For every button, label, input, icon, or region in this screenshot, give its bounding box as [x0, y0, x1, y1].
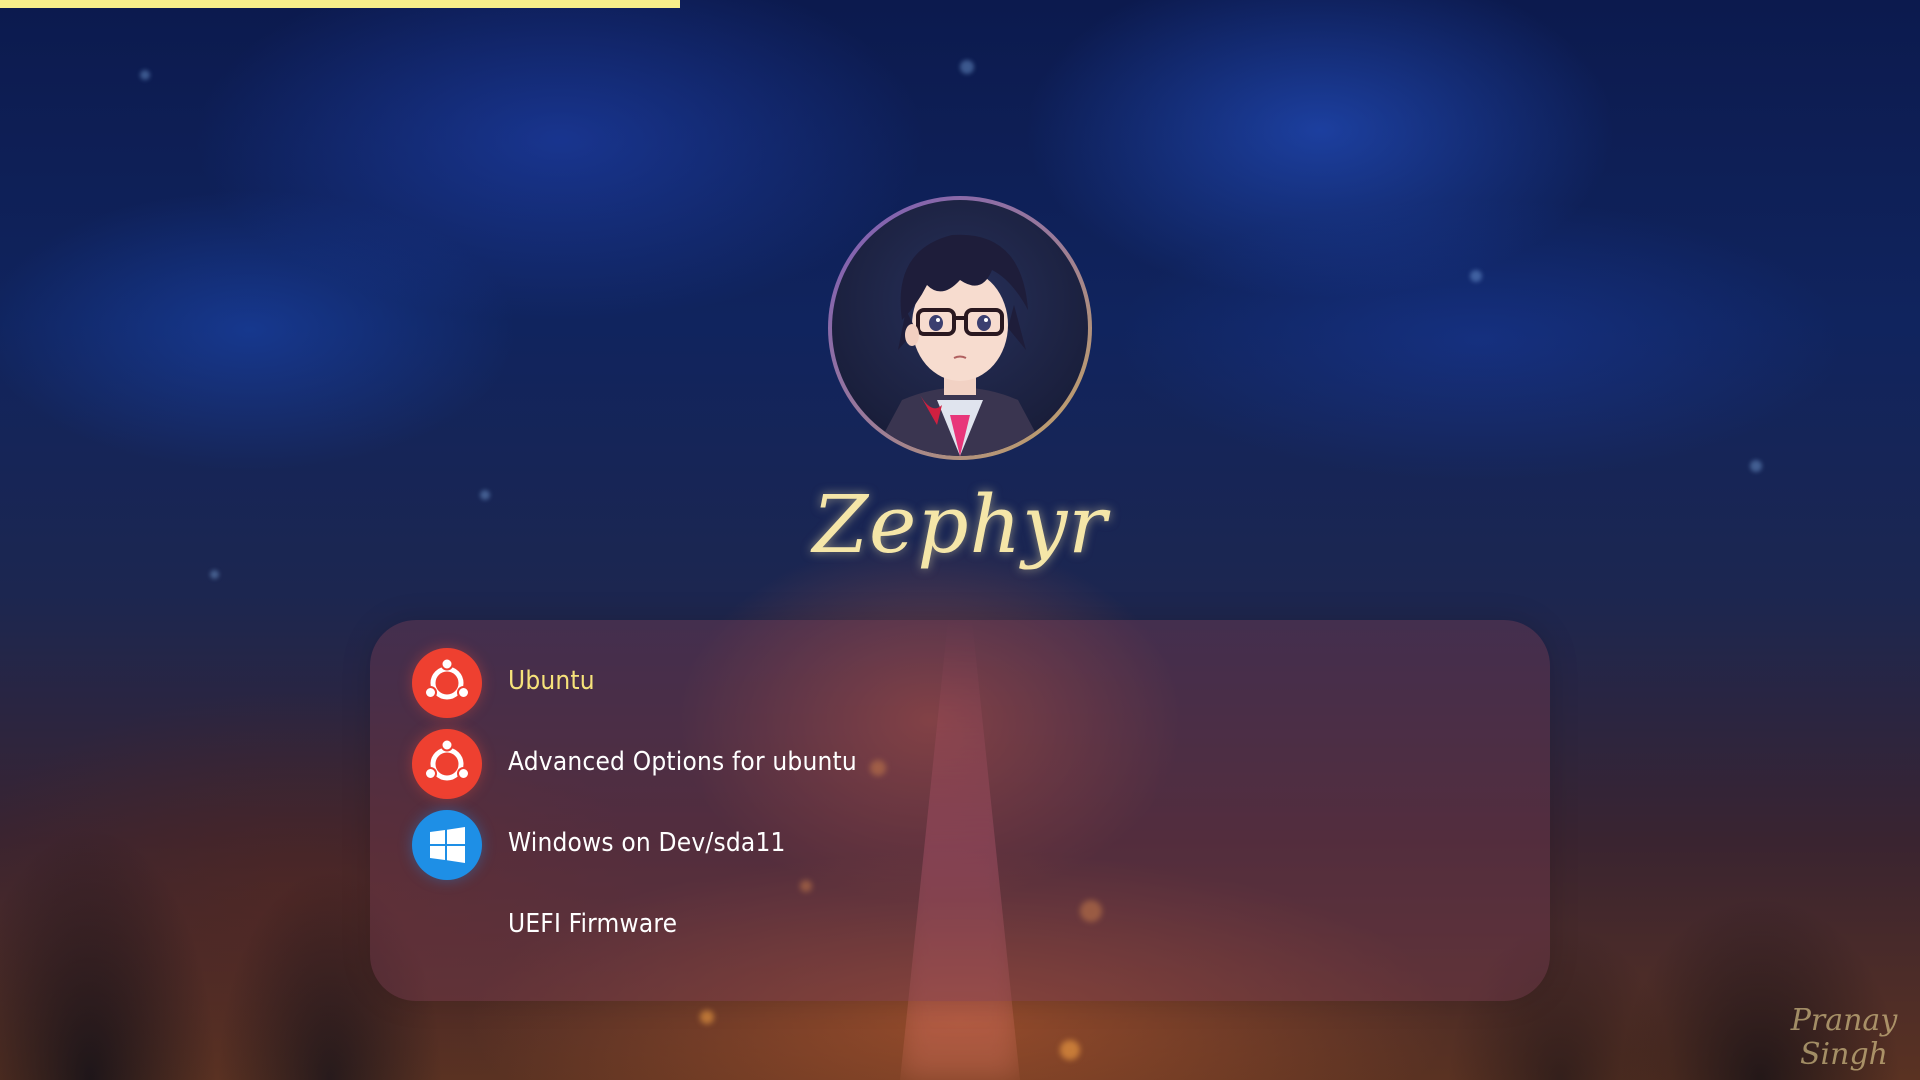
anime-character-portrait [872, 234, 1048, 456]
boot-entry-label: Advanced Options for ubuntu [508, 747, 857, 777]
grub-boot-screen: Zephyr Ubuntu Advanced Options for ubunt… [0, 0, 1920, 1080]
author-signature: Pranay Singh [1784, 1004, 1904, 1072]
background-star [140, 70, 150, 80]
theme-title: Zephyr [812, 478, 1108, 571]
signature-first-name: Pranay [1790, 1003, 1898, 1038]
boot-entry-uefi-firmware[interactable]: UEFI Firmware [412, 891, 1502, 965]
background-star [1470, 270, 1482, 282]
boot-menu: Ubuntu Advanced Options for ubuntu Windo… [370, 620, 1550, 1001]
background-ember [700, 1010, 714, 1024]
signature-last-name: Singh [1800, 1037, 1888, 1072]
boot-timeout-progress-bar [0, 0, 680, 8]
boot-entry-ubuntu[interactable]: Ubuntu [412, 648, 1502, 722]
background-star [1750, 460, 1762, 472]
avatar [828, 196, 1092, 460]
windows-icon [412, 810, 482, 880]
avatar-image [832, 200, 1088, 456]
boot-entry-label: Windows on Dev/sda11 [508, 828, 786, 858]
boot-entry-label: UEFI Firmware [508, 909, 678, 939]
boot-entry-windows[interactable]: Windows on Dev/sda11 [412, 810, 1502, 884]
background-ember [1060, 1040, 1080, 1060]
boot-entry-advanced-ubuntu[interactable]: Advanced Options for ubuntu [412, 729, 1502, 803]
background-star [960, 60, 974, 74]
ubuntu-icon [412, 729, 482, 799]
boot-entry-label: Ubuntu [508, 666, 595, 696]
ubuntu-icon [412, 648, 482, 718]
